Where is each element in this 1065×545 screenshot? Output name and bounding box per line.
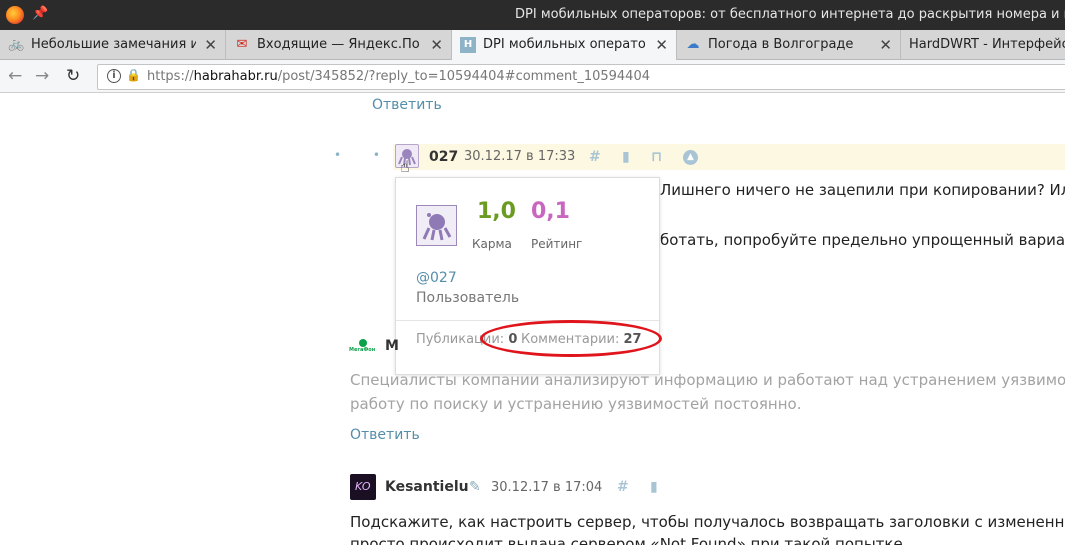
comment2-text-line1: Специалисты компании анализируют информа… [350,371,1065,389]
octopus-icon [422,213,452,241]
comment2-text-line2: работу по поиску и устранению уязвимосте… [350,395,802,413]
firefox-logo-icon [6,6,24,24]
tab-weather[interactable]: ☁ Погода в Волгограде ✕ [677,30,901,60]
comment-text-line1: Лишнего ничего не зацепили при копирован… [660,181,1065,199]
comment3-author[interactable]: Kesantielu [385,479,469,495]
user-card-popup: 1,0 0,1 Карма Рейтинг @027 Пользователь … [395,177,662,375]
bookmark-icon[interactable]: ▮ [622,149,630,165]
popup-divider [396,320,659,321]
address-bar[interactable]: i 🔒 https://habrahabr.ru/post/345852/?re… [97,64,1065,90]
comment-text-line2: ботать, попробуйте предельно упрощенный … [660,231,1065,249]
mail-icon: ✉ [236,37,248,52]
tab-dpi-article[interactable]: H DPI мобильных операто ✕ [452,30,677,60]
bookmark-icon[interactable]: ▮ [650,479,658,495]
karma-label: Карма [472,237,512,251]
tab-harddwrt[interactable]: HardDWRT - Интерфейс [901,30,1065,60]
comment3-text-line1: Подскажите, как настроить сервер, чтобы … [350,513,1065,531]
kesantielu-avatar-letters: KO [355,480,371,493]
title-bar: 📌 DPI мобильных операторов: от бесплатно… [0,0,1065,30]
tab-yandex-mail[interactable]: ✉ Входящие — Яндекс.По ✕ [226,30,452,60]
comment-author[interactable]: 027 [429,149,458,165]
lock-icon: 🔒 [126,68,141,82]
scroll-up-icon[interactable]: ▲ [683,150,698,165]
user-nickname-link[interactable]: @027 [416,270,457,286]
close-icon[interactable]: ✕ [430,36,443,54]
red-highlight-ellipse [480,320,662,357]
hash-icon[interactable]: # [589,149,601,165]
close-icon[interactable]: ✕ [879,36,892,54]
tab-label: DPI мобильных операто [483,37,645,52]
comment3-text-line2: просто происходит выдача сервером «Not F… [350,535,903,545]
url-prefix: https:// [147,69,194,84]
url-domain: habrahabr.ru [193,69,278,84]
navigation-bar: ← → ↻ i 🔒 https://habrahabr.ru/post/3458… [0,60,1065,93]
tab-bar: 🚲 Небольшие замечания и ✕ ✉ Входящие — Я… [0,30,1065,60]
forward-arrow-icon[interactable]: → [35,66,49,86]
user-card-avatar[interactable] [416,205,457,246]
bicycle-icon: 🚲 [8,37,25,52]
browser-window: 📌 DPI мобильных операторов: от бесплатно… [0,0,1065,545]
rating-value: 0,1 [531,199,570,224]
habr-icon: H [460,37,476,53]
hand-cursor-icon: ☝ [400,157,410,176]
megafon-logo-mark [359,339,367,347]
parent-comment-icon[interactable]: ⊓ [651,149,662,165]
kesantielu-avatar[interactable]: KO [350,474,376,500]
tab-label: Небольшие замечания и [31,37,196,52]
megafon-logo-text: МегаФон [349,347,376,353]
pin-icon[interactable]: 📌 [32,6,48,21]
window-title: DPI мобильных операторов: от бесплатного… [515,7,1065,22]
tab-label: HardDWRT - Интерфейс [909,37,1065,52]
comment3-date[interactable]: 30.12.17 в 17:04 [491,480,602,495]
back-arrow-icon[interactable]: ← [8,66,22,86]
comment-date[interactable]: 30.12.17 в 17:33 [464,149,575,164]
user-role: Пользователь [416,290,520,306]
weather-icon: ☁ [686,37,700,52]
close-icon[interactable]: ✕ [655,36,668,54]
tab-remarks[interactable]: 🚲 Небольшие замечания и ✕ [0,30,226,60]
url-path: /post/345852/?reply_to=10594404#comment_… [277,69,650,84]
reply-link-top[interactable]: Ответить [372,97,442,113]
info-icon[interactable]: i [107,69,121,83]
karma-value: 1,0 [477,199,516,224]
page-content: Ответить • • • ☝ 027 30.12.17 в 17:33 # … [0,94,1065,545]
close-icon[interactable]: ✕ [204,36,217,54]
hash-icon[interactable]: # [617,479,629,495]
comment2-author[interactable]: М [385,338,399,354]
megafon-logo[interactable]: МегаФон [349,339,377,355]
tab-label: Погода в Волгограде [708,37,854,52]
tab-label: Входящие — Яндекс.По [257,37,420,52]
reload-icon[interactable]: ↻ [66,66,80,86]
url-text[interactable]: https://habrahabr.ru/post/345852/?reply_… [147,69,650,84]
reply-link[interactable]: Ответить [350,427,420,443]
edited-pencil-icon: ✎ [469,479,481,495]
rating-label: Рейтинг [531,237,583,251]
